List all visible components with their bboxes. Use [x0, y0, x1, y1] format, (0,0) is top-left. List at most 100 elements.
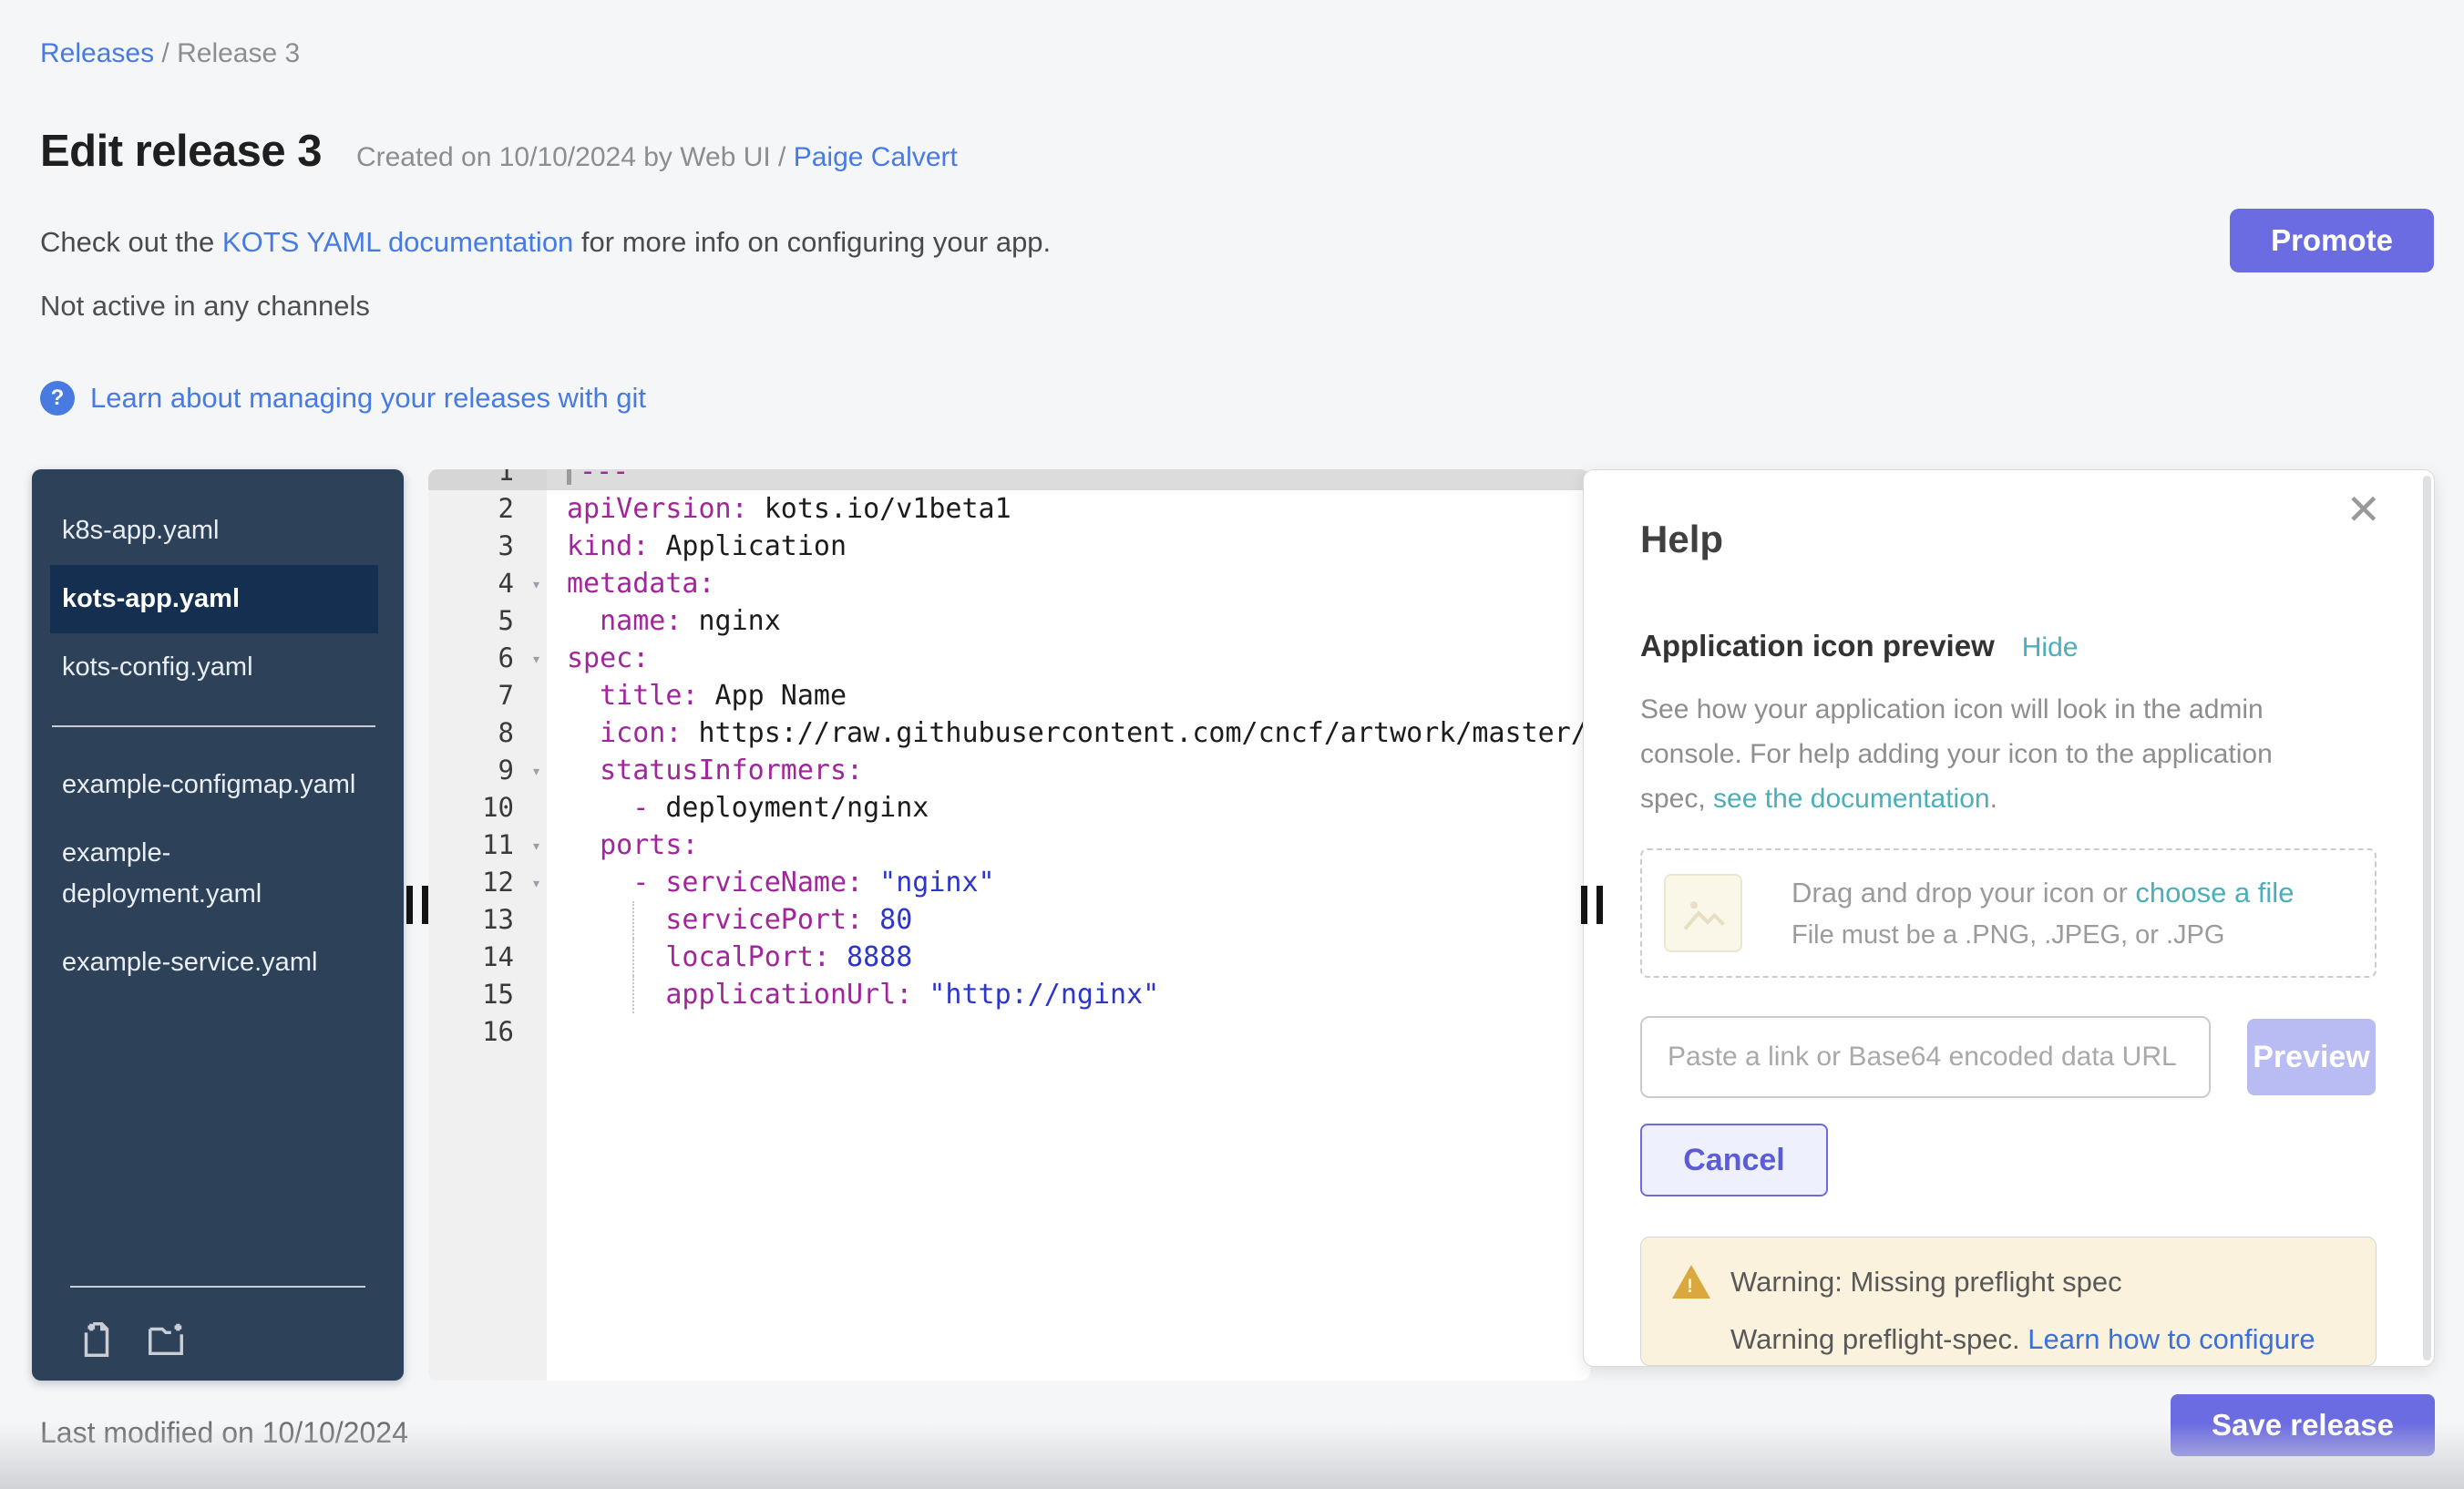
code-line-14[interactable]: 14 localPort: 8888	[428, 939, 1590, 976]
resize-handle-help[interactable]	[1581, 886, 1607, 924]
text-cursor	[567, 469, 571, 485]
file-item-example-deployment.yaml[interactable]: example-deployment.yaml	[50, 819, 378, 929]
image-placeholder-icon	[1664, 874, 1742, 952]
help-title: Help	[1640, 518, 2376, 561]
code-text: - deployment/nginx	[547, 789, 1590, 827]
breadcrumb-separator: /	[154, 38, 177, 68]
save-release-button[interactable]: Save release	[2171, 1394, 2435, 1456]
icon-url-input[interactable]	[1640, 1016, 2211, 1098]
file-tree-footer	[32, 1286, 404, 1381]
line-number: 7	[428, 677, 547, 714]
file-tree-divider	[52, 725, 375, 727]
line-number: 4▾	[428, 565, 547, 602]
editor-code[interactable]: 1---2apiVersion: kots.io/v1beta13kind: A…	[428, 469, 1590, 1051]
line-number: 15	[428, 976, 547, 1013]
see-documentation-link[interactable]: see the documentation	[1713, 784, 1990, 814]
line-number: 2	[428, 490, 547, 528]
code-line-12[interactable]: 12▾ - serviceName: "nginx"	[428, 864, 1590, 901]
git-releases-link[interactable]: Learn about managing your releases with …	[90, 382, 646, 415]
add-folder-icon[interactable]	[145, 1319, 187, 1361]
file-item-example-service.yaml[interactable]: example-service.yaml	[50, 929, 378, 997]
dropzone-filetypes: File must be a .PNG, .JPEG, or .JPG	[1792, 920, 2294, 950]
code-line-15[interactable]: 15 applicationUrl: "http://nginx"	[428, 976, 1590, 1013]
choose-file-link[interactable]: choose a file	[2135, 877, 2294, 909]
line-number: 16	[428, 1013, 547, 1051]
warning-detail: Warning preflight-spec. Learn how to con…	[1672, 1323, 2348, 1356]
icon-preview-title: Application icon preview	[1640, 629, 1995, 663]
fold-arrow-icon[interactable]: ▾	[531, 753, 541, 790]
yaml-editor[interactable]: 1---2apiVersion: kots.io/v1beta13kind: A…	[428, 469, 1590, 1381]
warning-title: Warning: Missing preflight spec	[1730, 1266, 2122, 1299]
warning-icon: !	[1672, 1265, 1710, 1299]
code-line-9[interactable]: 9▾ statusInformers:	[428, 752, 1590, 789]
fold-arrow-icon[interactable]: ▾	[531, 865, 541, 902]
code-line-6[interactable]: 6▾spec:	[428, 640, 1590, 677]
code-text: spec:	[547, 640, 1590, 677]
icon-dropzone[interactable]: Drag and drop your icon or choose a file…	[1640, 848, 2377, 978]
line-number: 1	[428, 469, 547, 490]
git-help-row: ? Learn about managing your releases wit…	[40, 381, 646, 416]
line-number: 11▾	[428, 827, 547, 864]
code-line-16[interactable]: 16	[428, 1013, 1590, 1051]
code-text: icon: https://raw.githubusercontent.com/…	[547, 714, 1590, 752]
code-line-2[interactable]: 2apiVersion: kots.io/v1beta1	[428, 490, 1590, 528]
code-line-8[interactable]: 8 icon: https://raw.githubusercontent.co…	[428, 714, 1590, 752]
code-text: ports:	[547, 827, 1590, 864]
file-item-k8s-app.yaml[interactable]: k8s-app.yaml	[50, 497, 378, 565]
dropzone-label: Drag and drop your icon or choose a file	[1792, 877, 2294, 909]
icon-preview-description: See how your application icon will look …	[1640, 687, 2315, 821]
code-text: statusInformers:	[547, 752, 1590, 789]
line-number: 12▾	[428, 864, 547, 901]
code-text: kind: Application	[547, 528, 1590, 565]
page-title: Edit release 3	[40, 126, 322, 177]
file-item-kots-config.yaml[interactable]: kots-config.yaml	[50, 633, 378, 702]
code-text: localPort: 8888	[547, 939, 1590, 976]
code-line-10[interactable]: 10 - deployment/nginx	[428, 789, 1590, 827]
line-number: 14	[428, 939, 547, 976]
code-text	[547, 1013, 1590, 1051]
code-text: - serviceName: "nginx"	[547, 864, 1590, 901]
code-line-5[interactable]: 5 name: nginx	[428, 602, 1590, 640]
fold-arrow-icon[interactable]: ▾	[531, 827, 541, 865]
add-file-icon[interactable]	[76, 1319, 118, 1361]
code-text: name: nginx	[547, 602, 1590, 640]
file-tree-sidebar: k8s-app.yamlkots-app.yamlkots-config.yam…	[32, 469, 404, 1381]
file-tree-footer-divider	[70, 1286, 365, 1288]
code-text: title: App Name	[547, 677, 1590, 714]
author-link[interactable]: Paige Calvert	[794, 142, 958, 172]
learn-configure-link[interactable]: Learn how to configure	[2028, 1323, 2315, 1355]
code-line-11[interactable]: 11▾ ports:	[428, 827, 1590, 864]
breadcrumb-current: Release 3	[177, 38, 300, 68]
preview-button[interactable]: Preview	[2247, 1019, 2376, 1095]
line-number: 3	[428, 528, 547, 565]
code-line-7[interactable]: 7 title: App Name	[428, 677, 1590, 714]
file-item-kots-app.yaml[interactable]: kots-app.yaml	[50, 565, 378, 633]
code-text: metadata:	[547, 565, 1590, 602]
help-panel-scrollbar[interactable]	[2423, 476, 2431, 1361]
code-line-3[interactable]: 3kind: Application	[428, 528, 1590, 565]
created-meta: Created on 10/10/2024 by Web UI / Paige …	[356, 142, 958, 173]
line-number: 6▾	[428, 640, 547, 677]
code-line-13[interactable]: 13 servicePort: 80	[428, 901, 1590, 939]
file-item-example-configmap.yaml[interactable]: example-configmap.yaml	[50, 751, 378, 819]
hide-link[interactable]: Hide	[2022, 632, 2079, 663]
channel-status: Not active in any channels	[40, 290, 370, 323]
close-icon[interactable]: ✕	[2346, 488, 2381, 530]
code-line-1[interactable]: 1---	[428, 469, 1590, 490]
fold-arrow-icon[interactable]: ▾	[531, 641, 541, 678]
code-text: apiVersion: kots.io/v1beta1	[547, 490, 1590, 528]
title-row: Edit release 3 Created on 10/10/2024 by …	[40, 126, 958, 177]
code-text: servicePort: 80	[547, 901, 1590, 939]
promote-button[interactable]: Promote	[2230, 209, 2434, 272]
line-number: 9▾	[428, 752, 547, 789]
fold-arrow-icon[interactable]: ▾	[531, 566, 541, 603]
cancel-button[interactable]: Cancel	[1640, 1124, 1828, 1196]
line-number: 5	[428, 602, 547, 640]
breadcrumb-releases-link[interactable]: Releases	[40, 38, 154, 68]
line-number: 10	[428, 789, 547, 827]
code-line-4[interactable]: 4▾metadata:	[428, 565, 1590, 602]
help-panel: ✕ Help Application icon preview Hide See…	[1583, 469, 2435, 1367]
line-number: 13	[428, 901, 547, 939]
kots-yaml-doc-link[interactable]: KOTS YAML documentation	[222, 226, 573, 258]
line-number: 8	[428, 714, 547, 752]
